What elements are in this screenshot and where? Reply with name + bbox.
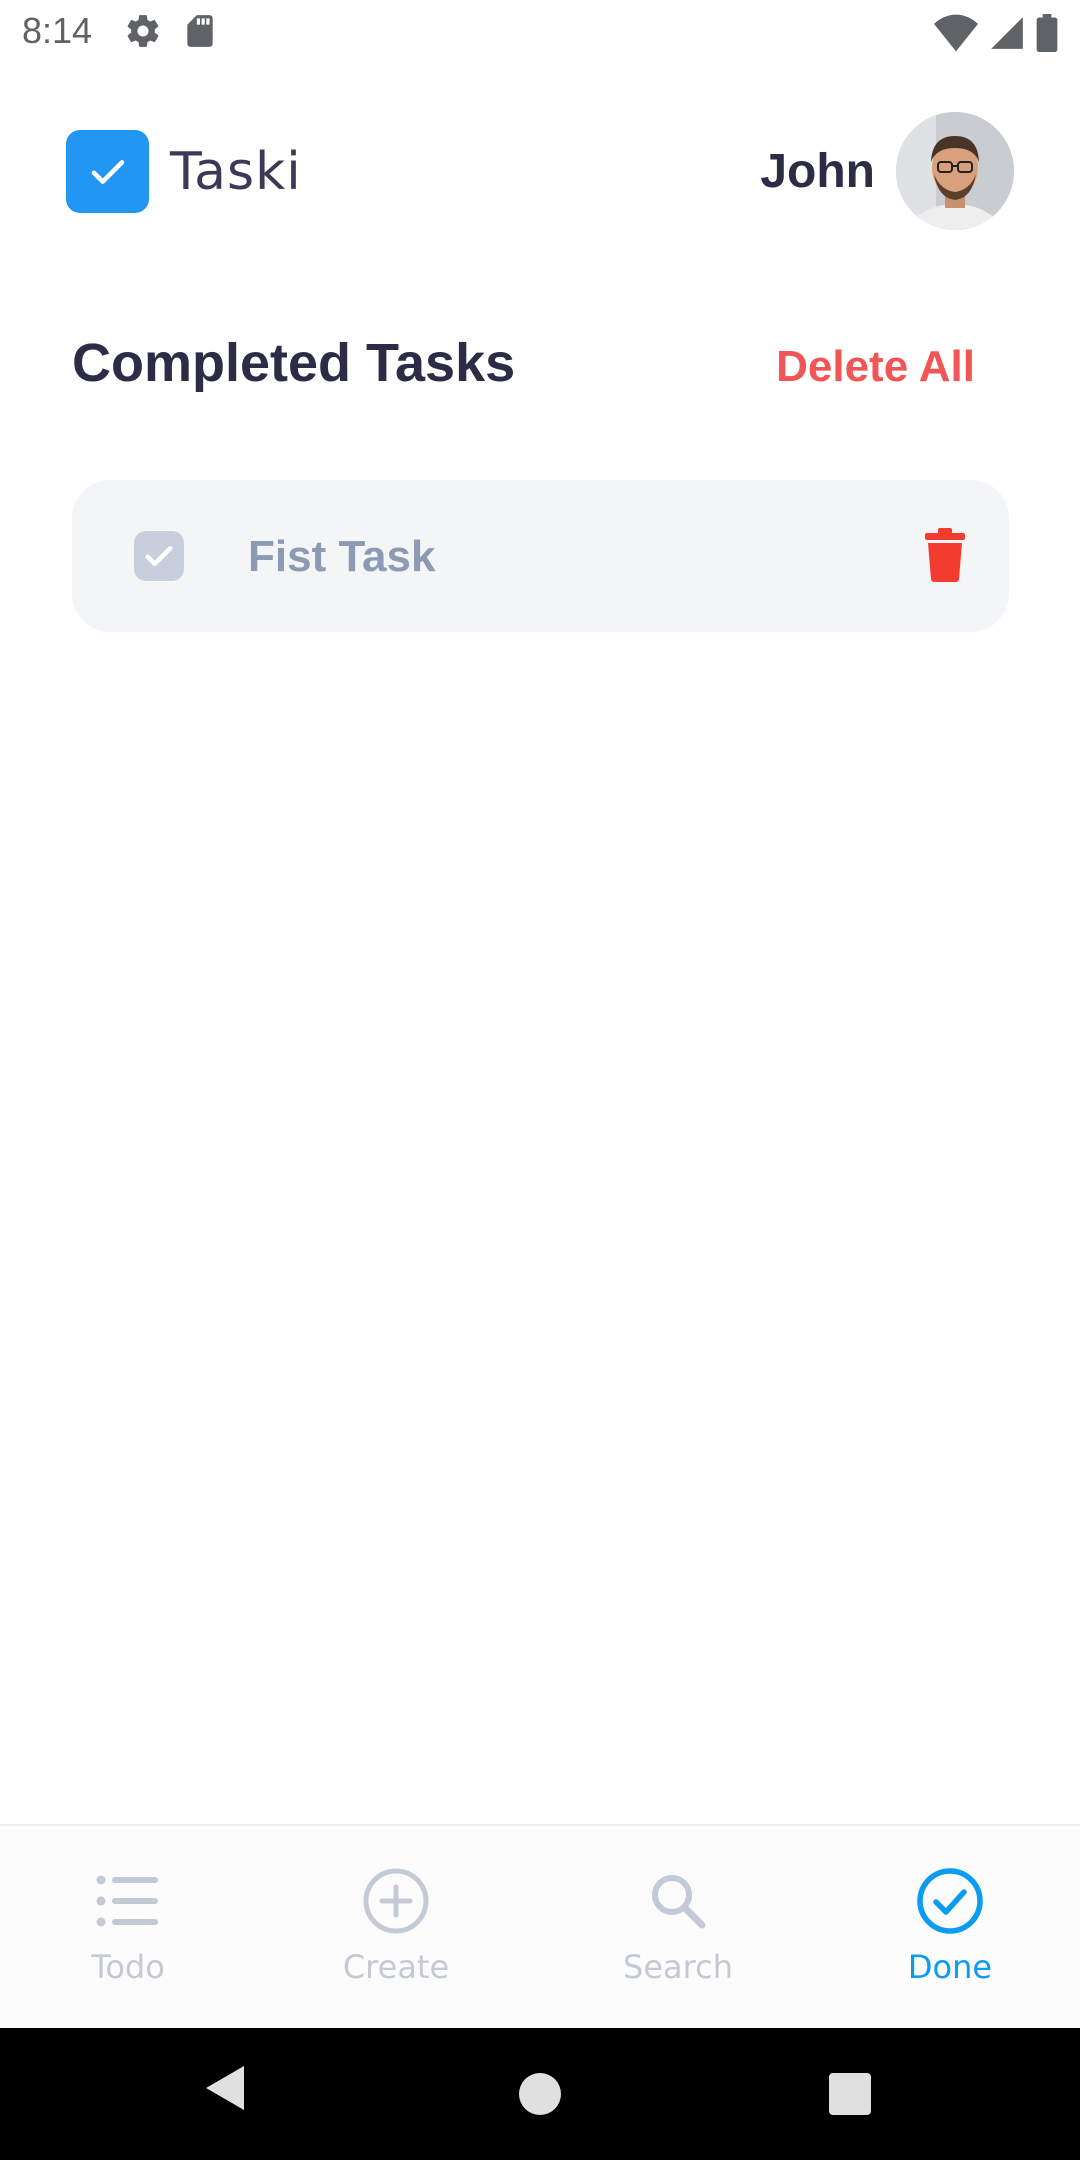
task-title: Fist Task bbox=[248, 532, 436, 581]
user-name: John bbox=[760, 145, 875, 198]
app-header: Taski John bbox=[0, 110, 1080, 230]
bottom-nav: Todo Create Search Done bbox=[0, 1824, 1080, 2030]
nav-item-done[interactable]: Done bbox=[850, 1866, 1050, 1986]
nav-item-todo[interactable]: Todo bbox=[28, 1866, 228, 1986]
nav-item-create[interactable]: Create bbox=[296, 1866, 496, 1986]
nav-label-todo: Todo bbox=[91, 1948, 165, 1986]
nav-label-search: Search bbox=[623, 1948, 733, 1986]
page-title: Completed Tasks bbox=[72, 333, 516, 393]
add-circle-icon bbox=[363, 1868, 429, 1934]
nav-label-done: Done bbox=[907, 1948, 993, 1986]
status-time: 8:14 bbox=[22, 10, 93, 51]
settings-icon bbox=[127, 15, 159, 47]
app-logo bbox=[66, 130, 149, 213]
system-nav-bar bbox=[0, 2028, 1080, 2160]
checkmark-icon bbox=[145, 545, 173, 567]
check-circle-icon bbox=[917, 1868, 983, 1934]
checkmark-icon bbox=[91, 159, 124, 184]
delete-task-button[interactable] bbox=[925, 528, 965, 582]
task-card: Fist Task bbox=[72, 480, 1009, 632]
delete-all-button[interactable]: Delete All bbox=[776, 342, 975, 392]
app-name: Taski bbox=[170, 142, 302, 202]
nav-item-search[interactable]: Search bbox=[578, 1866, 778, 1986]
status-bar: 8:14 bbox=[0, 0, 1080, 66]
list-icon bbox=[96, 1875, 158, 1927]
battery-icon bbox=[1036, 14, 1058, 52]
search-icon bbox=[652, 1875, 706, 1929]
back-icon[interactable] bbox=[204, 2064, 246, 2112]
wifi-icon bbox=[934, 14, 978, 52]
nav-label-create: Create bbox=[342, 1948, 450, 1986]
sd-card-icon bbox=[187, 15, 213, 47]
avatar[interactable] bbox=[896, 112, 1014, 230]
home-icon[interactable] bbox=[518, 2072, 562, 2116]
recents-icon[interactable] bbox=[828, 2072, 872, 2116]
trash-icon bbox=[925, 528, 965, 582]
task-checkbox[interactable] bbox=[134, 531, 184, 581]
cellular-signal-icon bbox=[991, 17, 1023, 49]
